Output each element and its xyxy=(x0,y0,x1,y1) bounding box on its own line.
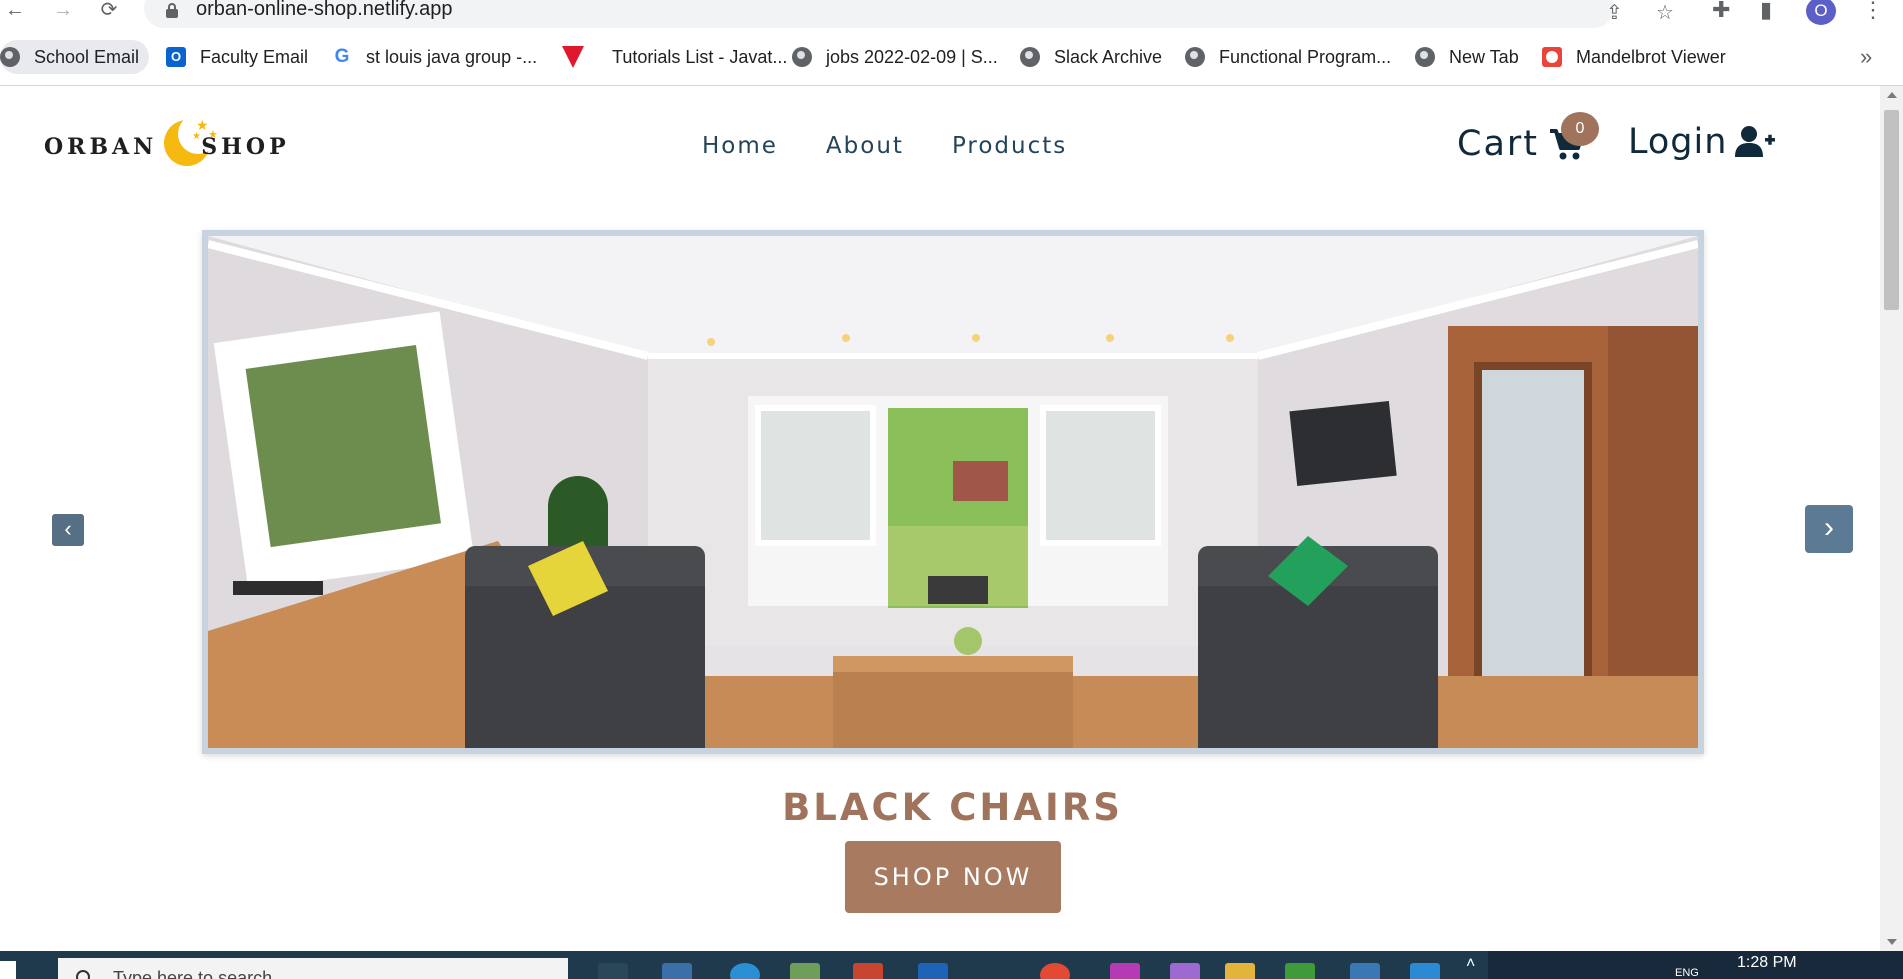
profile-avatar[interactable]: O xyxy=(1806,0,1836,25)
cart-count-badge: 0 xyxy=(1561,112,1599,146)
url-text[interactable]: orban-online-shop.netlify.app xyxy=(196,0,452,21)
bookmark-label: New Tab xyxy=(1449,46,1519,67)
kebab-menu-icon[interactable]: ⋮ xyxy=(1862,0,1884,21)
bookmark-star-icon[interactable]: ☆ xyxy=(1656,0,1674,25)
task-view-icon[interactable] xyxy=(598,963,628,979)
scroll-down-arrow-icon[interactable] xyxy=(1887,939,1897,945)
globe-icon xyxy=(792,47,812,67)
login-label: Login xyxy=(1628,122,1728,162)
logo-text-right: SHOP xyxy=(201,134,290,160)
bookmark-faculty-email[interactable]: O Faculty Email xyxy=(166,40,308,74)
vscode-icon[interactable] xyxy=(1410,963,1440,979)
bookmark-label: Slack Archive xyxy=(1054,46,1163,67)
outlook-icon: O xyxy=(166,47,186,67)
windows-start-icon[interactable] xyxy=(0,961,16,979)
app-icon[interactable] xyxy=(662,963,692,979)
mandelbrot-icon xyxy=(1542,47,1562,67)
bookmark-label: st louis java group -... xyxy=(366,46,538,67)
lock-icon xyxy=(166,3,178,18)
bookmark-label: School Email xyxy=(34,46,140,67)
web-page: ★ ★ ★ ORBAN SHOP Home About Products Cart… xyxy=(0,86,1880,951)
nav-link-products[interactable]: Products xyxy=(952,133,1067,159)
user-plus-icon xyxy=(1735,125,1776,159)
bookmark-jobs[interactable]: jobs 2022-02-09 | S... xyxy=(792,40,998,74)
forward-arrow-icon[interactable]: → xyxy=(52,0,74,22)
search-icon xyxy=(76,970,90,979)
bookmark-label: Functional Program... xyxy=(1219,46,1392,67)
file-explorer-icon[interactable] xyxy=(1225,963,1255,979)
bookmark-functional-programming[interactable]: Functional Program... xyxy=(1185,40,1391,74)
bookmark-tutorials-list[interactable]: Tutorials List - Javat... xyxy=(562,40,787,74)
javatpoint-icon xyxy=(562,46,584,68)
bookmark-st-louis-java-group[interactable]: G st louis java group -... xyxy=(332,40,537,74)
side-panel-icon[interactable]: ▮ xyxy=(1760,0,1772,21)
app-icon[interactable] xyxy=(1110,963,1140,979)
bookmark-school-email[interactable]: School Email xyxy=(0,40,150,74)
store-icon[interactable] xyxy=(853,963,883,979)
address-bar[interactable]: orban-online-shop.netlify.app ⇪ ☆ xyxy=(144,0,1674,28)
hero-carousel xyxy=(202,230,1704,754)
bookmark-label: Faculty Email xyxy=(200,46,309,67)
browser-toolbar: ← → ⟳ orban-online-shop.netlify.app ⇪ ☆ … xyxy=(0,0,1903,30)
app-icon[interactable] xyxy=(790,963,820,979)
more-bookmarks-chevron-icon[interactable]: » xyxy=(1860,44,1872,70)
globe-icon xyxy=(1185,47,1205,67)
bookmarks-bar: School Email O Faculty Email G st louis … xyxy=(0,36,1903,76)
windows-taskbar: Type here to search ˄ ENG 1:28 PM xyxy=(0,951,1903,979)
login-button[interactable]: Login xyxy=(1628,122,1776,162)
taskbar-search-input[interactable]: Type here to search xyxy=(58,958,568,979)
main-nav: Home About Products xyxy=(702,133,1067,159)
scroll-up-arrow-icon[interactable] xyxy=(1887,92,1897,98)
globe-icon xyxy=(0,47,20,67)
app-icon[interactable] xyxy=(1350,963,1380,979)
hero-title: BLACK CHAIRS xyxy=(782,786,1123,829)
bookmark-slack-archive[interactable]: Slack Archive xyxy=(1020,40,1162,74)
nav-link-home[interactable]: Home xyxy=(702,133,778,159)
app-icon[interactable] xyxy=(1285,963,1315,979)
reload-icon[interactable]: ⟳ xyxy=(98,0,120,22)
living-room-image xyxy=(208,236,1698,748)
taskbar-clock[interactable]: 1:28 PM xyxy=(1737,954,1797,972)
bookmark-label: Mandelbrot Viewer xyxy=(1576,46,1726,67)
language-indicator[interactable]: ENG xyxy=(1675,967,1699,979)
search-placeholder: Type here to search xyxy=(113,968,273,979)
google-icon: G xyxy=(332,47,352,67)
share-icon[interactable]: ⇪ xyxy=(1606,0,1623,25)
globe-icon xyxy=(1020,47,1040,67)
bookmark-new-tab[interactable]: New Tab xyxy=(1415,40,1519,74)
app-icon[interactable] xyxy=(1170,963,1200,979)
page-scrollbar[interactable] xyxy=(1880,86,1903,951)
back-arrow-icon[interactable]: ← xyxy=(4,0,26,22)
cart-label: Cart xyxy=(1457,124,1539,164)
logo-wordmark: ORBAN SHOP xyxy=(44,134,290,160)
bookmark-label: Tutorials List - Javat... xyxy=(612,46,788,67)
bookmark-label: jobs 2022-02-09 | S... xyxy=(826,46,998,67)
chrome-icon[interactable] xyxy=(1040,963,1070,979)
carousel-prev-button[interactable]: ‹ xyxy=(52,514,84,546)
logo-text-left: ORBAN xyxy=(44,134,158,160)
carousel-next-button[interactable]: › xyxy=(1805,505,1853,553)
orban-shop-logo[interactable]: ★ ★ ★ ORBAN SHOP xyxy=(44,112,308,168)
mail-icon[interactable] xyxy=(918,963,948,979)
globe-icon xyxy=(1415,47,1435,67)
tray-overflow-chevron-icon[interactable]: ˄ xyxy=(1466,955,1475,973)
bookmark-mandelbrot-viewer[interactable]: Mandelbrot Viewer xyxy=(1542,40,1726,74)
extensions-puzzle-icon[interactable]: ✚ xyxy=(1712,0,1730,21)
shop-now-button[interactable]: SHOP NOW xyxy=(845,841,1061,913)
edge-browser-icon[interactable] xyxy=(730,963,760,979)
nav-link-about[interactable]: About xyxy=(826,133,904,159)
scrollbar-thumb[interactable] xyxy=(1884,110,1899,310)
